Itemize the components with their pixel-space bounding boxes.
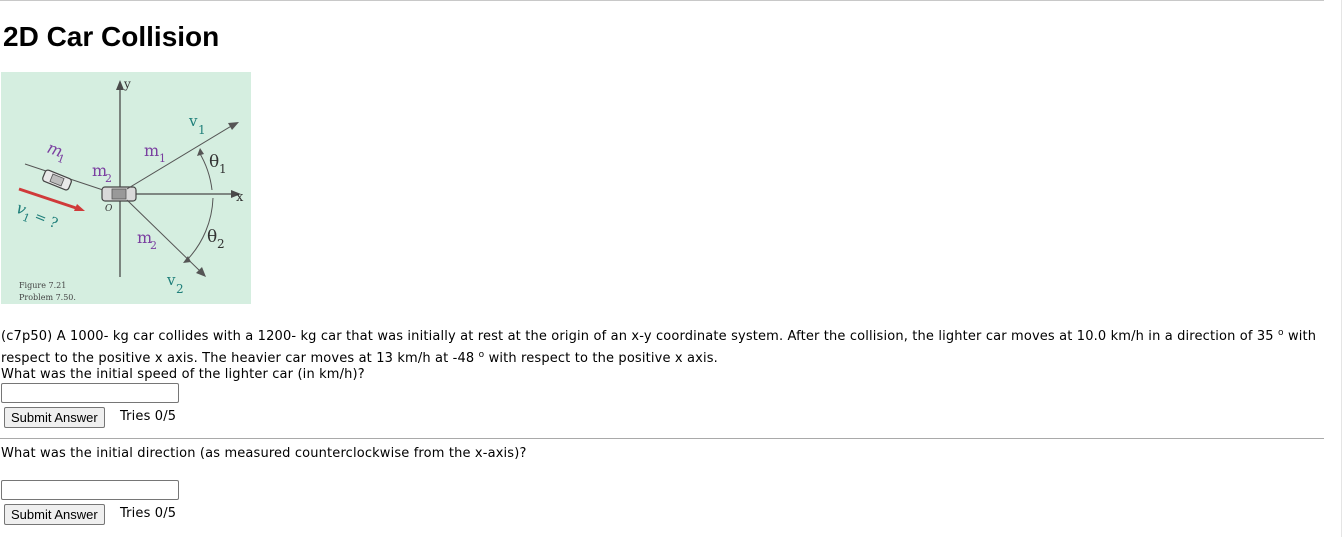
collision-figure: y x m 1 v 1 = ? m 2 O m 1 v 1 θ 1 θ 2 m … [1, 72, 251, 304]
page-title: 2D Car Collision [3, 21, 220, 52]
m1-right-subscript: 1 [159, 152, 166, 165]
top-divider [0, 0, 1324, 1]
figure-caption-number: Figure 7.21 [19, 281, 66, 290]
theta2-subscript: 2 [217, 237, 225, 251]
v1-right-subscript: 1 [198, 123, 206, 137]
degree-symbol-1: o [1277, 328, 1284, 338]
theta1-subscript: 1 [219, 162, 227, 176]
problem-text-a: (c7p50) A 1000- kg car collides with a 1… [1, 329, 1278, 344]
v2-lower-label: v [166, 271, 176, 289]
problem-statement: (c7p50) A 1000- kg car collides with a 1… [1, 326, 1321, 370]
problem-text-c: with respect to the positive x axis. [484, 351, 718, 366]
theta2-label: θ [207, 227, 217, 247]
submit-answer-button-1[interactable]: Submit Answer [4, 407, 105, 428]
m2-center-subscript: 2 [105, 172, 112, 185]
y-axis-label: y [123, 77, 131, 91]
tries-counter-2: Tries 0/5 [120, 506, 177, 521]
question-divider [0, 438, 1324, 439]
origin-label: O [105, 204, 113, 214]
m2-lower-subscript: 2 [150, 239, 157, 252]
collision-diagram: y x m 1 v 1 = ? m 2 O m 1 v 1 θ 1 θ 2 m … [14, 77, 244, 302]
tries-counter-1: Tries 0/5 [120, 409, 177, 424]
v2-lower-subscript: 2 [176, 282, 184, 296]
x-axis-label: x [236, 190, 244, 205]
degree-symbol-2: o [478, 350, 485, 360]
question-2-text: What was the initial direction (as measu… [1, 446, 527, 461]
v1-unknown-label: = ? [32, 208, 60, 232]
theta1-label: θ [209, 152, 219, 172]
question-1-text: What was the initial speed of the lighte… [1, 367, 365, 382]
submit-answer-button-2[interactable]: Submit Answer [4, 504, 105, 525]
answer-input-1[interactable] [1, 383, 179, 403]
figure-caption-problem: Problem 7.50. [19, 293, 76, 302]
v1-right-label: v [188, 112, 198, 130]
answer-input-2[interactable] [1, 480, 179, 500]
m1-right-label: m [144, 141, 159, 160]
